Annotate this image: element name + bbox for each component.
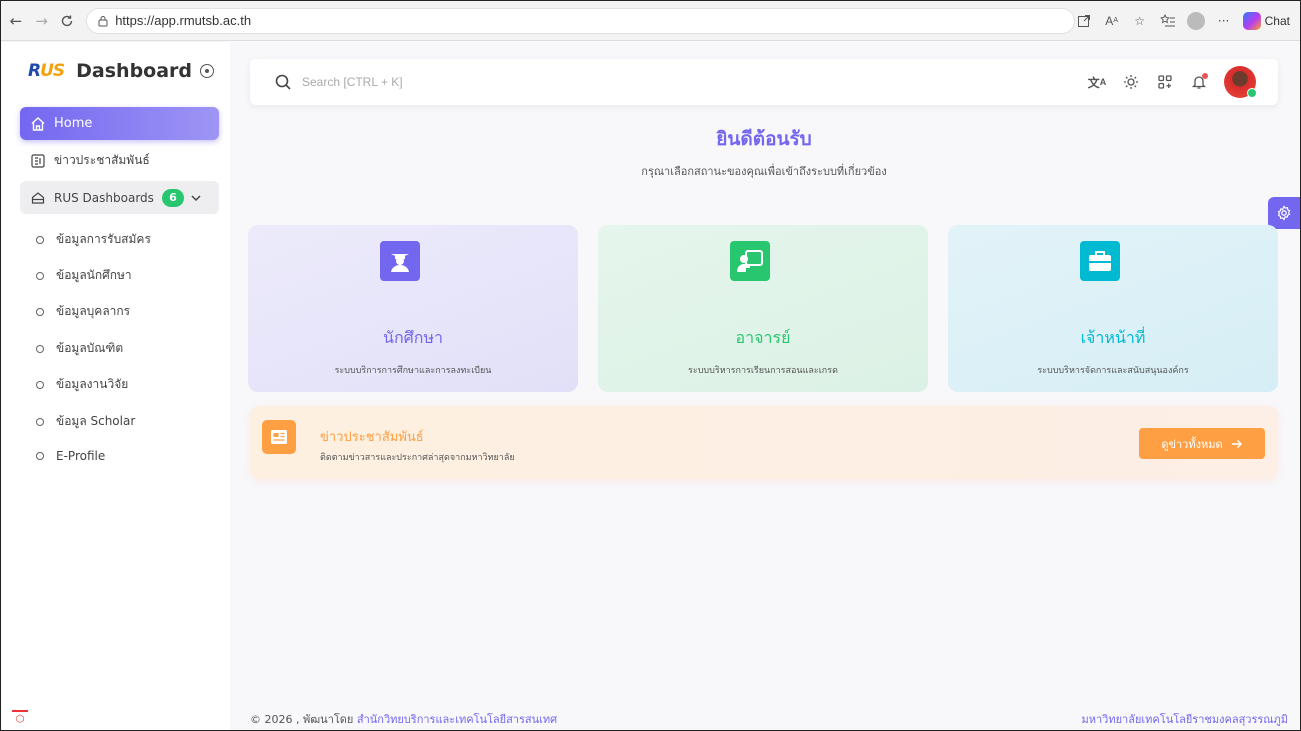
button-label: ดูข่าวทั้งหมด: [1161, 437, 1223, 451]
circle-icon: [36, 380, 44, 389]
browser-actions: AA ☆ ··· Chat: [1075, 11, 1300, 30]
refresh-icon[interactable]: [56, 10, 78, 32]
circle-icon: [36, 452, 44, 460]
arrow-right-icon: [1231, 439, 1242, 448]
card-description: ระบบบริหารการเรียนการสอนและเกรด: [688, 366, 838, 376]
sidebar-item-home[interactable]: Home: [20, 107, 219, 140]
news-title: ข่าวประชาสัมพันธ์: [320, 430, 424, 445]
user-avatar[interactable]: [1224, 66, 1257, 98]
sidebar-item-news[interactable]: ข่าวประชาสัมพันธ์: [20, 144, 219, 177]
circle-icon: [36, 235, 44, 244]
favorites-list-icon[interactable]: [1159, 12, 1177, 30]
read-aloud-icon[interactable]: AA: [1103, 12, 1121, 30]
teacher-board-icon: [730, 241, 770, 281]
browser-toolbar: ← → https://app.rmutsb.ac.th AA ☆ ··· Ch…: [1, 1, 1300, 41]
circle-icon: [36, 417, 44, 426]
sidebar-subitem-research[interactable]: ข้อมูลงานวิจัย: [36, 375, 128, 394]
card-description: ระบบบริหารจัดการและสนับสนุนองค์กร: [1037, 366, 1189, 376]
sidebar-subitem-scholar[interactable]: ข้อมูล Scholar: [36, 412, 135, 431]
address-bar[interactable]: https://app.rmutsb.ac.th: [86, 7, 1075, 34]
footer-copyright: © 2026 , พัฒนาโดย สำนักวิทยบริการและเทคโ…: [250, 710, 557, 728]
sidebar-item-label: Home: [54, 116, 93, 131]
news-icon: [30, 153, 46, 169]
count-badge: 6: [161, 188, 184, 207]
profile-avatar-icon[interactable]: [1186, 11, 1205, 30]
sidebar: RUS Dashboard Home ข่าวประชาสัมพันธ์ RUS…: [2, 42, 230, 730]
chat-label: Chat: [1264, 13, 1290, 28]
notification-bell-icon[interactable]: [1190, 73, 1208, 91]
navbar-actions: 文A: [1088, 66, 1278, 98]
browser-window: ← → https://app.rmutsb.ac.th AA ☆ ··· Ch…: [0, 0, 1301, 731]
theme-sun-icon[interactable]: [1122, 73, 1140, 91]
card-description: ระบบบริการการศึกษาและการลงทะเบียน: [334, 366, 492, 376]
search-input[interactable]: [302, 75, 602, 89]
sidebar-item-label: RUS Dashboards: [54, 190, 154, 205]
brand-title: Dashboard: [76, 60, 193, 82]
copilot-chat-button[interactable]: Chat: [1242, 11, 1290, 30]
url-text: https://app.rmutsb.ac.th: [115, 13, 252, 28]
subitem-label: ข้อมูลนักศึกษา: [56, 268, 132, 282]
back-icon[interactable]: ←: [5, 10, 27, 32]
lock-icon: [98, 15, 108, 26]
subitem-label: ข้อมูลบุคลากร: [56, 304, 131, 318]
news-description: ติดตามข่าวสารและประกาศล่าสุดจากมหาวิทยาล…: [320, 453, 515, 463]
shortcuts-grid-icon[interactable]: [1156, 73, 1174, 91]
sidebar-item-rus-dashboards[interactable]: RUS Dashboards 6: [20, 181, 219, 214]
settings-gear-icon[interactable]: [1268, 197, 1300, 229]
view-all-news-button[interactable]: ดูข่าวทั้งหมด: [1139, 428, 1265, 459]
card-title: นักศึกษา: [383, 328, 443, 347]
open-app-icon[interactable]: [1075, 12, 1093, 30]
sidebar-subitem-students[interactable]: ข้อมูลนักศึกษา: [36, 266, 132, 285]
top-navbar: 文A: [250, 59, 1278, 105]
newspaper-icon: [262, 420, 296, 454]
card-title: เจ้าหน้าที่: [1080, 328, 1146, 347]
footer-prefix: © 2026 , พัฒนาโดย: [250, 713, 354, 726]
subitem-label: ข้อมูลการรับสมัคร: [56, 232, 151, 246]
search-icon[interactable]: [274, 73, 292, 91]
welcome-title: ยินดีต้อนรับ: [716, 128, 812, 150]
subitem-label: ข้อมูล Scholar: [56, 414, 136, 428]
sidebar-toggle-icon[interactable]: [200, 64, 214, 78]
briefcase-icon: [1080, 241, 1120, 281]
forward-icon[interactable]: →: [31, 10, 53, 32]
copilot-icon: [1242, 11, 1261, 30]
more-options-icon[interactable]: ···: [1215, 12, 1233, 30]
favorite-star-icon[interactable]: ☆: [1131, 12, 1149, 30]
sidebar-subitem-staff[interactable]: ข้อมูลบุคลากร: [36, 302, 130, 321]
circle-icon: [36, 307, 44, 316]
subitem-label: ข้อมูลงานวิจัย: [56, 377, 129, 391]
student-card[interactable]: นักศึกษา ระบบบริการการศึกษาและการลงทะเบี…: [248, 225, 578, 392]
home-icon: [31, 116, 45, 131]
sidebar-item-label: ข่าวประชาสัมพันธ์: [54, 153, 150, 167]
card-title: อาจารย์: [735, 328, 791, 347]
subitem-label: ข้อมูลบัณฑิต: [56, 341, 124, 355]
brand[interactable]: RUS Dashboard: [28, 60, 192, 82]
dashboard-icon: [30, 190, 46, 206]
sidebar-subitem-eprofile[interactable]: E-Profile: [36, 449, 105, 463]
framework-logo-icon: ⬡: [12, 710, 28, 726]
circle-icon: [36, 271, 44, 280]
footer-university-link[interactable]: มหาวิทยาลัยเทคโนโลยีราชมงคลสุวรรณภูมิ: [1082, 710, 1289, 728]
translate-icon[interactable]: 文A: [1088, 73, 1107, 91]
graduate-icon: [380, 241, 420, 281]
sidebar-subitem-graduates[interactable]: ข้อมูลบัณฑิต: [36, 339, 123, 358]
teacher-card[interactable]: อาจารย์ ระบบบริหารการเรียนการสอนและเกรด: [598, 225, 928, 392]
subitem-label: E-Profile: [56, 449, 106, 463]
welcome-subtitle: กรุณาเลือกสถานะของคุณเพื่อเข้าถึงระบบที่…: [641, 165, 887, 178]
footer-developer-link[interactable]: สำนักวิทยบริการและเทคโนโลยีสารสนเทศ: [357, 713, 557, 726]
circle-icon: [36, 344, 44, 353]
staff-card[interactable]: เจ้าหน้าที่ ระบบบริหารจัดการและสนับสนุนอ…: [948, 225, 1278, 392]
chevron-down-icon: [191, 194, 201, 201]
sidebar-subitem-admission[interactable]: ข้อมูลการรับสมัคร: [36, 230, 151, 249]
rus-logo: RUS: [28, 61, 65, 81]
news-banner: ข่าวประชาสัมพันธ์ ติดตามข่าวสารและประกาศ…: [250, 406, 1278, 479]
